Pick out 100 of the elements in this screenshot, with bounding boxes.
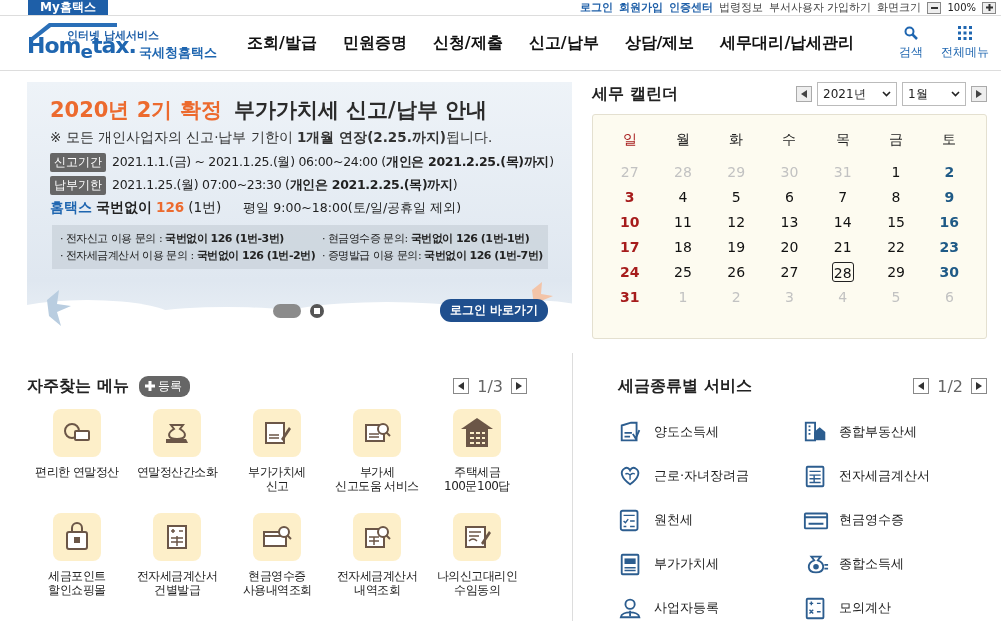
banner-title: 부가가치세 신고/납부 안내 [233, 97, 487, 124]
tax-service-link[interactable]: 부가가치세 [654, 555, 719, 573]
calendar-day[interactable]: 29 [885, 262, 908, 282]
calendar-day[interactable]: 19 [725, 237, 748, 257]
top-link[interactable]: 부서사용자 가입하기 [768, 1, 872, 14]
calendar-day[interactable]: 16 [938, 212, 961, 232]
zoom-out-button[interactable] [927, 1, 942, 14]
tax-service-link[interactable]: 종합소득세 [839, 555, 904, 573]
login-shortcut-button[interactable]: 로그인 바로가기 [440, 299, 548, 322]
previous-page-button[interactable] [913, 378, 930, 394]
chevron-down-icon [882, 91, 891, 97]
minus-icon [930, 6, 938, 9]
calendar-day[interactable]: 12 [725, 212, 748, 232]
calendar-day[interactable]: 21 [831, 237, 854, 257]
tax-service-link[interactable]: 원천세 [654, 511, 693, 529]
add-favorite-button[interactable]: 등록 [138, 375, 190, 397]
calendar-day[interactable]: 10 [618, 212, 641, 232]
favorite-menu-link[interactable]: 전자세금계산서 내역조회 [336, 569, 418, 597]
period-label: 납부기한 [50, 176, 106, 195]
next-month-button[interactable] [971, 86, 987, 102]
calendar-day[interactable]: 18 [671, 237, 694, 257]
calculator-icon[interactable] [153, 513, 201, 561]
calendar-day[interactable]: 27 [778, 262, 801, 282]
calendar-title: 세무 캘린더 [592, 83, 678, 105]
page-indicator: 1/2 [937, 376, 963, 396]
my-hometax-tab[interactable]: My홈택스 [28, 0, 108, 15]
tax-service-link[interactable]: 사업자등록 [654, 599, 719, 617]
calendar-day[interactable]: 13 [778, 212, 801, 232]
document-pencil-icon[interactable] [453, 513, 501, 561]
calendar-day[interactable]: 14 [831, 212, 854, 232]
previous-page-button[interactable] [453, 378, 470, 394]
nav-menu-item[interactable]: 신고/납부 [528, 32, 599, 54]
nav-menu-item[interactable]: 조회/발급 [247, 32, 317, 54]
nav-menu-item[interactable]: 상담/제보 [624, 32, 695, 54]
plus-icon [985, 4, 993, 11]
zoom-in-button[interactable] [982, 1, 996, 14]
inquiry-line: · 증명발급 이용 문의: 국번없이 126 (1번-7번) [322, 248, 543, 263]
calendar-day[interactable]: 9 [938, 187, 961, 207]
pause-button[interactable] [310, 303, 324, 318]
period-text: 2021.1.1.(금) ~ 2021.1.25.(월) 06:00~24:00 (개인은 2021.2.25.(목)까지) [112, 154, 554, 171]
calendar-day[interactable]: 23 [938, 237, 961, 257]
favorite-menu-link[interactable]: 주택세금 100문100답 [444, 465, 510, 493]
tax-service-link[interactable]: 근로·자녀장려금 [654, 467, 750, 485]
top-link[interactable]: 법령정보 [718, 1, 763, 14]
calendar-day[interactable]: 11 [671, 212, 694, 232]
calendar-day[interactable]: 5 [725, 187, 748, 207]
calendar-day[interactable]: 2 [938, 162, 961, 182]
calendar-day[interactable]: 6 [778, 187, 801, 207]
tax-service-link[interactable]: 전자세금계산서 [839, 467, 930, 485]
top-link[interactable]: 인증센터 [668, 1, 713, 14]
calendar-day[interactable]: 26 [725, 262, 748, 282]
slide-indicator[interactable] [273, 303, 301, 318]
favorite-menu-link[interactable]: 부가세 신고도움 서비스 [335, 465, 419, 493]
calendar-day[interactable]: 8 [885, 187, 908, 207]
calendar-day[interactable]: 7 [831, 187, 854, 207]
grid-menu-icon [958, 25, 972, 40]
calendar-day[interactable]: 15 [885, 212, 908, 232]
next-page-button[interactable] [971, 378, 987, 394]
previous-month-button[interactable] [796, 86, 812, 102]
money-bag-icon[interactable] [153, 409, 201, 457]
nav-menu-item[interactable]: 신청/제출 [432, 32, 503, 54]
caret-right-icon [976, 382, 982, 390]
favorite-menu-link[interactable]: 현금영수증 사용내역조회 [242, 569, 312, 597]
favorite-menu-link[interactable]: 편리한 연말정산 [35, 465, 119, 479]
calendar-day[interactable]: 17 [618, 237, 641, 257]
tax-service-link[interactable]: 양도소득세 [654, 423, 719, 441]
favorite-menu-link[interactable]: 세금포인트 할인쇼핑몰 [48, 569, 106, 597]
document-search-icon[interactable] [353, 409, 401, 457]
favorite-menu-link[interactable]: 나의신고대리인 수임동의 [436, 569, 518, 597]
calendar-day[interactable]: 22 [885, 237, 908, 257]
building-icon[interactable] [453, 409, 501, 457]
favorite-menu-link[interactable]: 전자세금계산서 건별발급 [136, 569, 218, 597]
calendar-day[interactable]: 31 [618, 287, 641, 307]
calendar-day[interactable]: 30 [938, 262, 961, 282]
search-button[interactable]: 검색 [899, 25, 923, 61]
card-search-icon[interactable] [253, 513, 301, 561]
calendar-day[interactable]: 1 [885, 162, 908, 182]
weekday-label: 화 [728, 131, 745, 149]
year-select[interactable]: 2021년 [817, 82, 897, 106]
tax-service-link[interactable]: 현금영수증 [839, 511, 904, 529]
top-link[interactable]: 회원가입 [618, 1, 663, 14]
calendar-day[interactable]: 25 [671, 262, 694, 282]
document-pencil-icon[interactable] [253, 409, 301, 457]
nav-menu-item[interactable]: 세무대리/납세관리 [720, 32, 855, 54]
calendar-day[interactable]: 4 [671, 187, 694, 207]
month-select[interactable]: 1월 [902, 82, 966, 106]
all-menu-button[interactable]: 전체메뉴 [941, 25, 989, 61]
top-link[interactable]: 로그인 [579, 1, 613, 14]
tax-service-link[interactable]: 종합부동산세 [839, 423, 917, 441]
favorite-menu-link[interactable]: 부가가치세 신고 [248, 465, 306, 493]
phone-number: 126 [156, 199, 185, 215]
nav-menu-item[interactable]: 민원증명 [342, 32, 407, 54]
next-page-button[interactable] [511, 378, 527, 394]
tax-service-link[interactable]: 모의계산 [839, 599, 891, 617]
calendar-day[interactable]: 3 [618, 187, 641, 207]
calendar-day[interactable]: 20 [778, 237, 801, 257]
favorite-menu-link[interactable]: 연말정산간소화 [136, 465, 218, 479]
form-search-icon[interactable] [353, 513, 401, 561]
calendar-day[interactable]: 24 [618, 262, 641, 282]
calendar-day[interactable]: 28 [831, 262, 854, 282]
